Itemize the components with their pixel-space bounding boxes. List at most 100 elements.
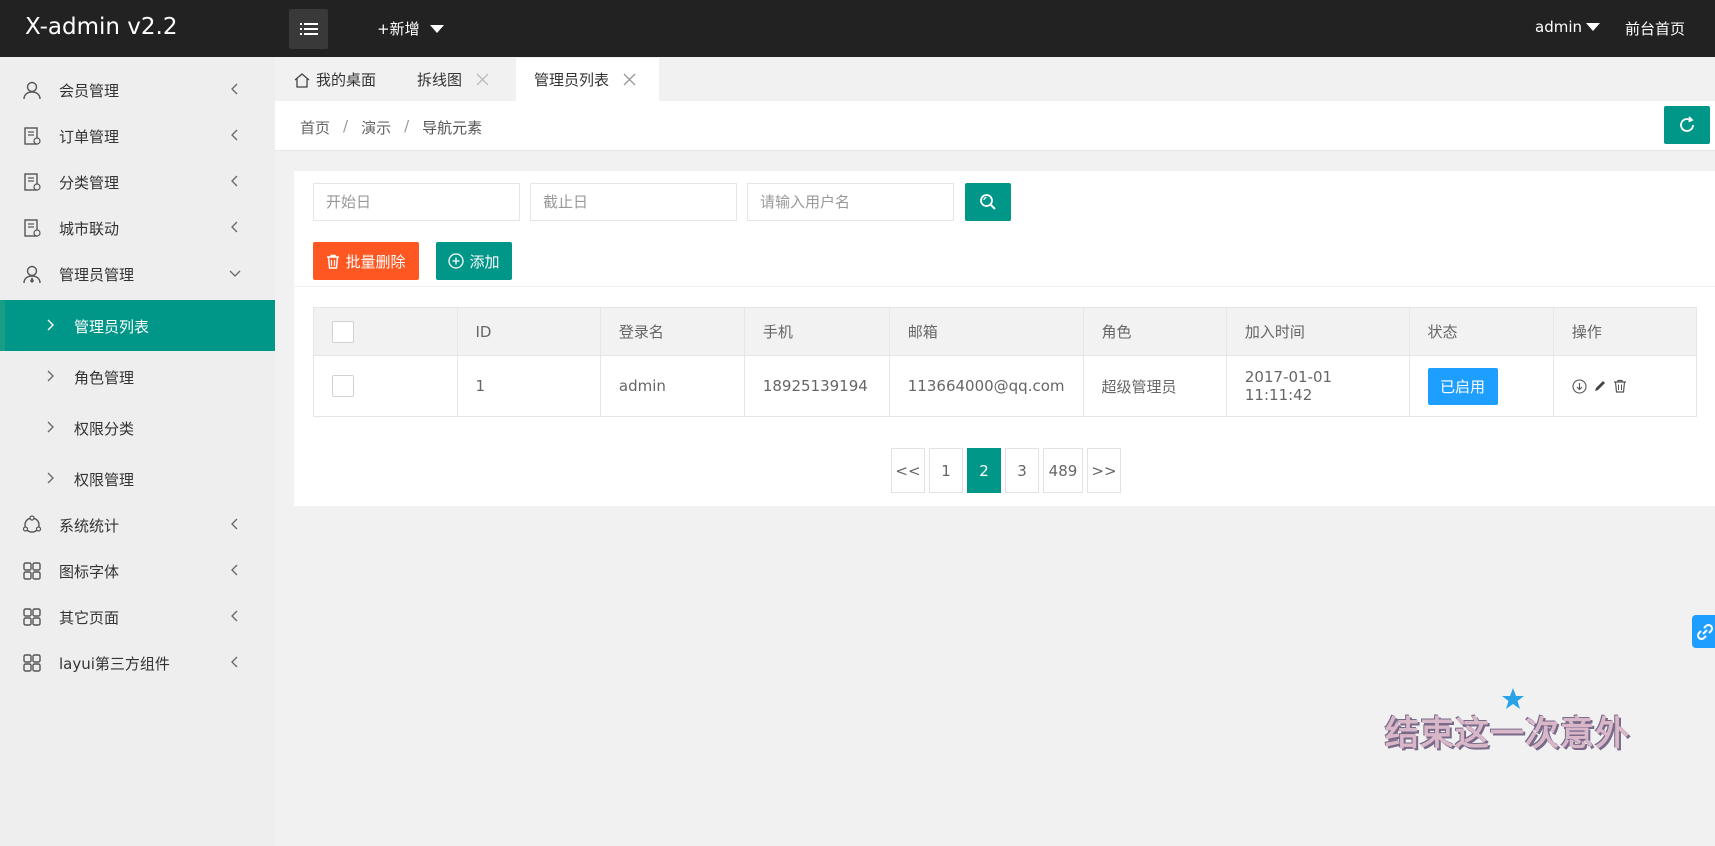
search-icon [980, 194, 996, 210]
start-date-input[interactable] [313, 183, 520, 221]
column-header: 操作 [1552, 307, 1698, 356]
sidebar-subitem-label: 权限分类 [74, 420, 135, 438]
row-checkbox[interactable] [332, 375, 354, 397]
frontend-home-link[interactable]: 前台首页 [1625, 18, 1685, 39]
admin-icon [23, 265, 41, 284]
breadcrumb-current: 导航元素 [422, 119, 483, 137]
sidebar-item-admins[interactable]: 管理员管理 [0, 251, 275, 297]
chevron-down-icon [229, 270, 241, 277]
chevron-right-icon [47, 421, 54, 433]
new-menu-button[interactable]: +新增 [377, 18, 444, 39]
page-prev[interactable]: << [891, 448, 925, 493]
sidebar-item-label: layui第三方组件 [59, 655, 170, 673]
column-header: 加入时间 [1225, 307, 1410, 356]
tab-label: 拆线图 [417, 71, 463, 89]
category-icon [24, 173, 41, 191]
tab-line-chart[interactable]: 拆线图 [417, 58, 489, 101]
menu-toggle-button[interactable] [289, 9, 328, 49]
sidebar-subitem-permission-categories[interactable]: 权限分类 [0, 402, 275, 453]
stats-icon [22, 515, 42, 533]
column-header: 手机 [743, 307, 890, 356]
breadcrumb-demo[interactable]: 演示 [361, 117, 391, 138]
select-all-checkbox[interactable] [332, 320, 354, 343]
breadcrumb-bar: 首页 / 演示 / 导航元素 [275, 101, 1715, 151]
order-icon [24, 127, 41, 145]
page-next[interactable]: >> [1087, 448, 1121, 493]
new-menu-label: +新增 [377, 20, 420, 38]
user-name: admin [1535, 18, 1582, 36]
admin-table: ID 登录名 手机 邮箱 角色 加入时间 状态 操作 1 admin 18925… [313, 307, 1698, 417]
sidebar-item-members[interactable]: 会员管理 [0, 67, 275, 113]
chevron-right-icon [47, 472, 54, 484]
page-number[interactable]: 3 [1005, 448, 1039, 493]
sidebar-subitem-roles[interactable]: 角色管理 [0, 351, 275, 402]
trash-icon [327, 254, 340, 269]
sidebar-item-label: 分类管理 [59, 174, 120, 192]
page-number[interactable]: 1 [929, 448, 963, 493]
tab-admin-list[interactable]: 管理员列表 [516, 58, 660, 101]
add-button[interactable]: 添加 [436, 242, 512, 280]
city-icon [24, 219, 41, 237]
breadcrumb-separator: / [343, 117, 349, 135]
cell-phone: 18925139194 [743, 355, 890, 417]
sidebar-item-label: 订单管理 [59, 128, 120, 146]
trash-icon[interactable] [1613, 379, 1627, 393]
sidebar-item-categories[interactable]: 分类管理 [0, 159, 275, 205]
tab-label: 管理员列表 [534, 71, 610, 89]
end-date-input[interactable] [530, 183, 737, 221]
sidebar-subitem-admin-list[interactable]: 管理员列表 [0, 300, 275, 351]
sidebar: 会员管理 订单管理 分类管理 城市联动 管理员管理 管理员列表 角色管理 权限分… [0, 57, 275, 846]
sidebar-item-orders[interactable]: 订单管理 [0, 113, 275, 159]
sidebar-item-city[interactable]: 城市联动 [0, 205, 275, 251]
sidebar-item-other-pages[interactable]: 其它页面 [0, 594, 275, 640]
sidebar-item-label: 管理员管理 [59, 266, 135, 284]
grid-icon [23, 562, 41, 580]
app-logo[interactable]: X-admin v2.2 [25, 14, 177, 40]
column-header: 邮箱 [888, 307, 1084, 356]
chevron-left-icon [231, 656, 238, 668]
grid-icon [23, 608, 41, 626]
close-icon[interactable] [476, 73, 489, 86]
cell-id: 1 [456, 355, 601, 417]
cell-joined: 2017-01-01 11:11:42 [1225, 355, 1410, 417]
close-icon[interactable] [623, 73, 636, 86]
search-button[interactable] [965, 183, 1011, 221]
user-menu[interactable]: admin [1535, 18, 1600, 36]
download-circle-icon[interactable] [1572, 378, 1587, 394]
batch-delete-button[interactable]: 批量删除 [313, 242, 419, 280]
chevron-left-icon [231, 175, 238, 187]
sidebar-subitem-label: 权限管理 [74, 471, 135, 489]
sidebar-item-label: 图标字体 [59, 563, 120, 581]
cell-ops [1552, 355, 1698, 417]
column-header: 状态 [1408, 307, 1554, 356]
username-input[interactable] [747, 183, 954, 221]
breadcrumb-home[interactable]: 首页 [300, 117, 330, 138]
tab-bar: 我的桌面 拆线图 管理员列表 [275, 57, 1715, 101]
edit-icon[interactable] [1593, 379, 1607, 393]
batch-delete-label: 批量删除 [345, 252, 406, 271]
sidebar-subitem-label: 管理员列表 [74, 318, 150, 336]
chevron-left-icon [231, 518, 238, 530]
plus-circle-icon [448, 253, 465, 269]
refresh-button[interactable] [1664, 106, 1710, 144]
floating-link-button[interactable] [1692, 615, 1715, 648]
watermark-text: 结束这一次意外 [1385, 714, 1630, 754]
sidebar-subitem-label: 角色管理 [74, 369, 135, 387]
chevron-left-icon [231, 564, 238, 576]
breadcrumb-separator: / [404, 117, 410, 135]
sidebar-item-stats[interactable]: 系统统计 [0, 502, 275, 548]
chevron-right-icon [47, 370, 54, 382]
tab-desktop[interactable]: 我的桌面 [293, 58, 376, 101]
page-number[interactable]: 489 [1043, 448, 1083, 493]
chevron-left-icon [231, 221, 238, 233]
list-icon [299, 23, 318, 35]
chevron-left-icon [231, 610, 238, 622]
status-badge[interactable]: 已启用 [1427, 367, 1498, 405]
page-number-current[interactable]: 2 [967, 448, 1001, 493]
sidebar-item-layui-components[interactable]: layui第三方组件 [0, 640, 275, 686]
sidebar-item-icon-fonts[interactable]: 图标字体 [0, 548, 275, 594]
sidebar-subitem-permissions[interactable]: 权限管理 [0, 453, 275, 504]
column-header: 角色 [1082, 307, 1227, 356]
add-label: 添加 [469, 252, 500, 271]
top-header: X-admin v2.2 +新增 admin 前台首页 [0, 0, 1715, 57]
